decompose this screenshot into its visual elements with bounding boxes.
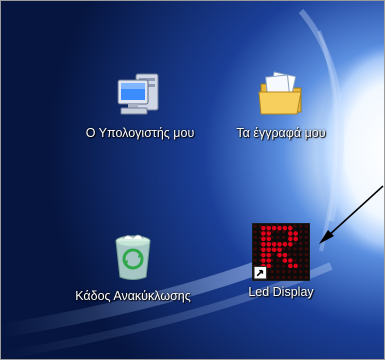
desktop-icon-recycle-bin[interactable]: Κάδος Ανακύκλωσης [58,229,208,303]
led-display-shortcut-icon [252,223,310,281]
desktop-wallpaper [1,1,384,359]
desktop-icon-label: Ο Υπολογιστής μου [85,126,195,140]
desktop-icon-label: Τα έγγραφά μου [236,126,326,140]
desktop-screenshot: Ο Υπολογιστής μου Τα έγγραφά μου Κάδος Α… [0,0,385,360]
recycle-bin-icon [115,234,151,280]
desktop-icon-label: Led Display [248,285,314,299]
desktop-icon-label: Κάδος Ανακύκλωσης [75,289,191,303]
desktop-icon-led-display[interactable]: Led Display [206,223,356,299]
desktop-icon-my-computer[interactable]: Ο Υπολογιστής μου [65,66,215,140]
my-computer-icon [117,73,159,115]
my-documents-icon [258,71,302,115]
desktop-icon-my-documents[interactable]: Τα έγγραφά μου [206,66,356,140]
